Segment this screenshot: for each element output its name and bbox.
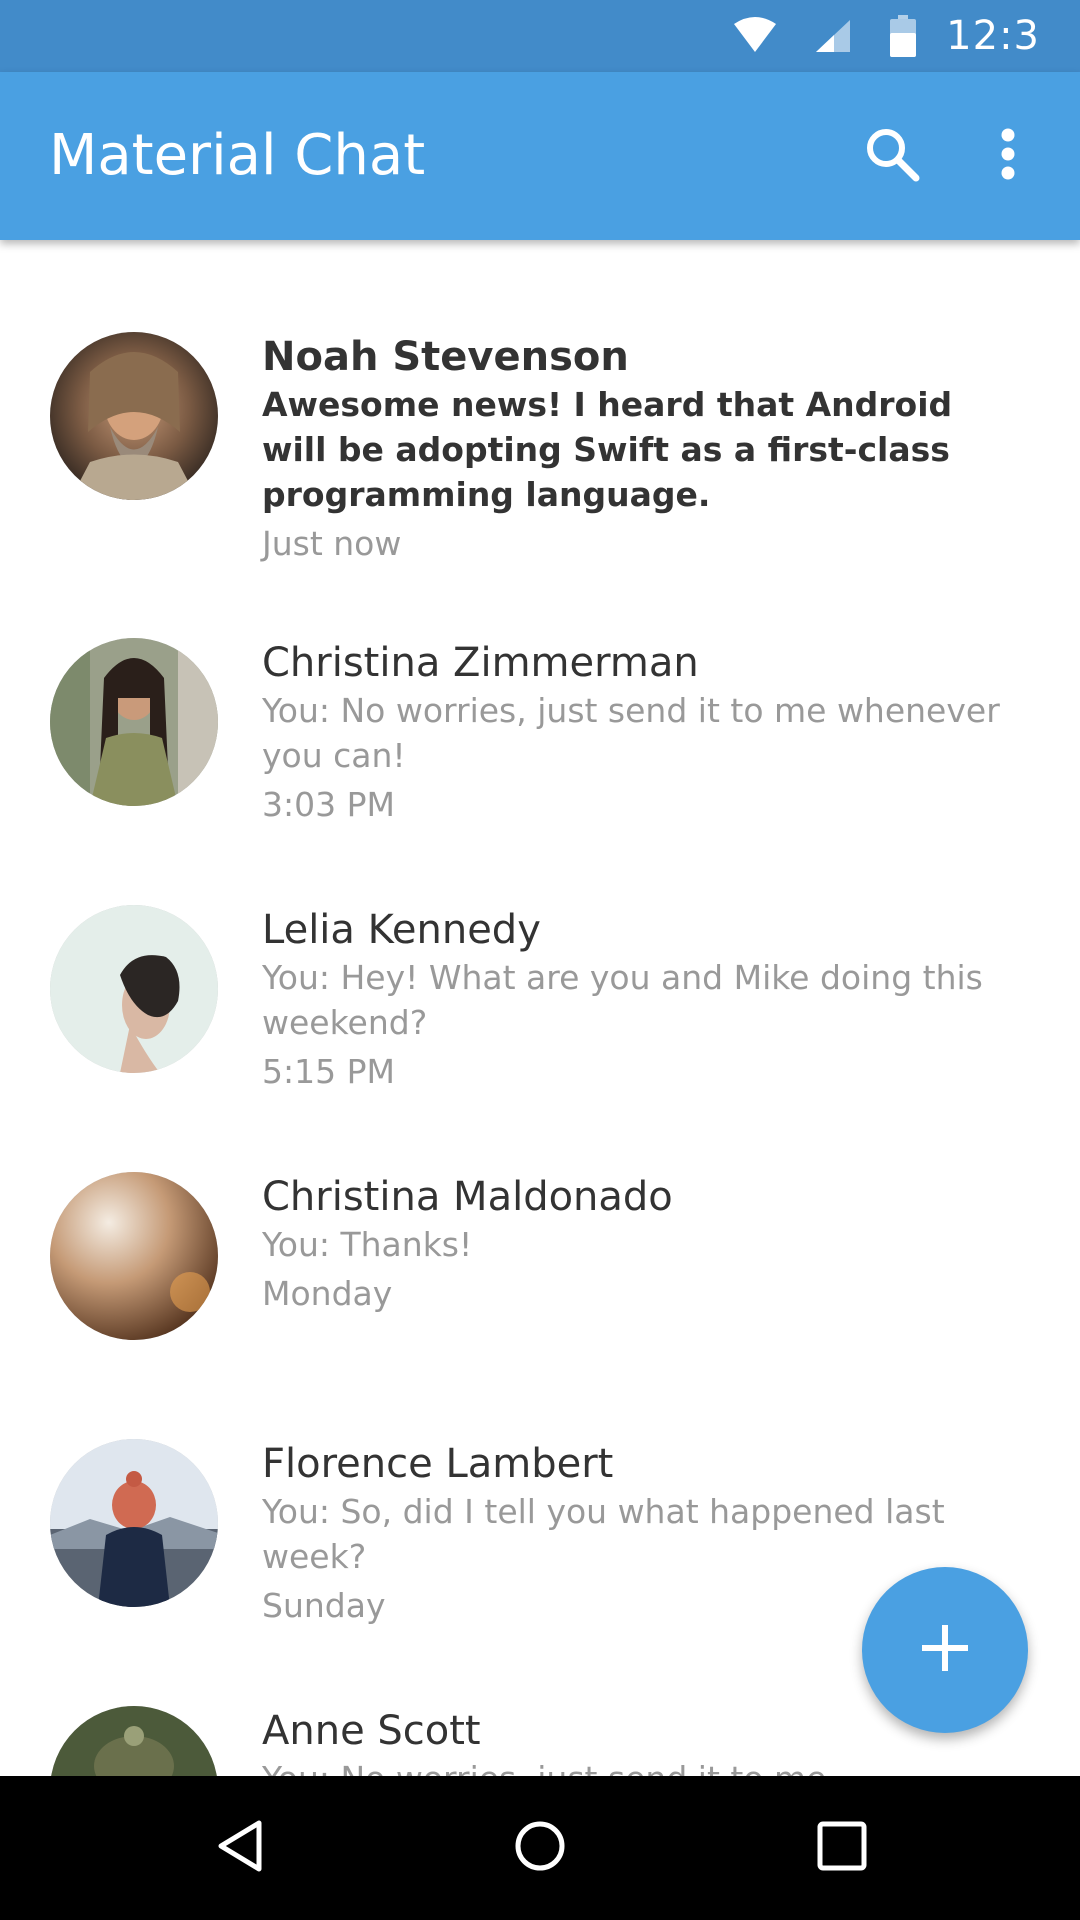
conversation-text: Lelia Kennedy You: Hey! What are you and… <box>262 905 1002 1097</box>
avatar <box>50 332 218 500</box>
message-time: Monday <box>262 1274 393 1313</box>
message-preview: You: So, did I tell you what happened la… <box>262 1492 945 1576</box>
chat-list-screen: 12:3 Material Chat Noah Stevenson Awesom… <box>0 0 1080 1920</box>
message-preview: You: Thanks! <box>262 1225 473 1264</box>
message-preview: You: No worries, just send it to me <box>262 1756 1002 1776</box>
avatar <box>50 638 218 806</box>
conversation-text: Christina Maldonado You: Thanks! Monday <box>262 1172 1002 1319</box>
conversation-list: Noah Stevenson Awesome news! I heard tha… <box>0 240 1080 1776</box>
contact-name: Christina Zimmerman <box>262 640 699 686</box>
avatar <box>50 1172 218 1340</box>
app-bar: Material Chat <box>0 72 1080 240</box>
conversation-text: Christina Zimmerman You: No worries, jus… <box>262 638 1002 830</box>
recents-icon <box>817 1821 867 1875</box>
status-icons: 12:3 <box>732 0 1080 72</box>
conversation-text: Noah Stevenson Awesome news! I heard tha… <box>262 332 1002 569</box>
contact-name: Florence Lambert <box>262 1441 614 1487</box>
contact-name: Christina Maldonado <box>262 1174 673 1220</box>
overflow-menu-button[interactable] <box>960 72 1056 240</box>
home-icon <box>514 1820 566 1876</box>
avatar <box>50 1439 218 1607</box>
message-preview: You: No worries, just send it to me when… <box>262 691 1000 775</box>
message-time: 3:03 PM <box>262 785 395 824</box>
message-time: 5:15 PM <box>262 1052 395 1091</box>
app-title: Material Chat <box>49 123 426 188</box>
navigation-bar <box>0 1776 1080 1920</box>
message-time: Just now <box>262 524 402 563</box>
back-icon <box>215 1819 265 1877</box>
home-button[interactable] <box>460 1776 620 1920</box>
message-preview: You: Hey! What are you and Mike doing th… <box>262 958 983 1042</box>
avatar <box>50 1706 218 1776</box>
cell-signal-icon <box>814 18 852 54</box>
contact-name: Lelia Kennedy <box>262 907 541 953</box>
new-conversation-fab[interactable] <box>862 1567 1028 1733</box>
search-icon <box>864 126 920 186</box>
conversation-text: Anne Scott You: No worries, just send it… <box>262 1706 1002 1776</box>
plus-icon <box>922 1625 968 1675</box>
recents-button[interactable] <box>762 1776 922 1920</box>
back-button[interactable] <box>160 1776 320 1920</box>
status-time: 12:3 <box>946 13 1040 59</box>
battery-icon <box>890 15 917 57</box>
search-button[interactable] <box>844 72 940 240</box>
more-vert-icon <box>1000 128 1016 184</box>
contact-name: Noah Stevenson <box>262 334 629 380</box>
message-preview: Awesome news! I heard that Android will … <box>262 385 953 514</box>
avatar <box>50 905 218 1073</box>
status-bar: 12:3 <box>0 0 1080 72</box>
wifi-icon <box>732 16 778 56</box>
